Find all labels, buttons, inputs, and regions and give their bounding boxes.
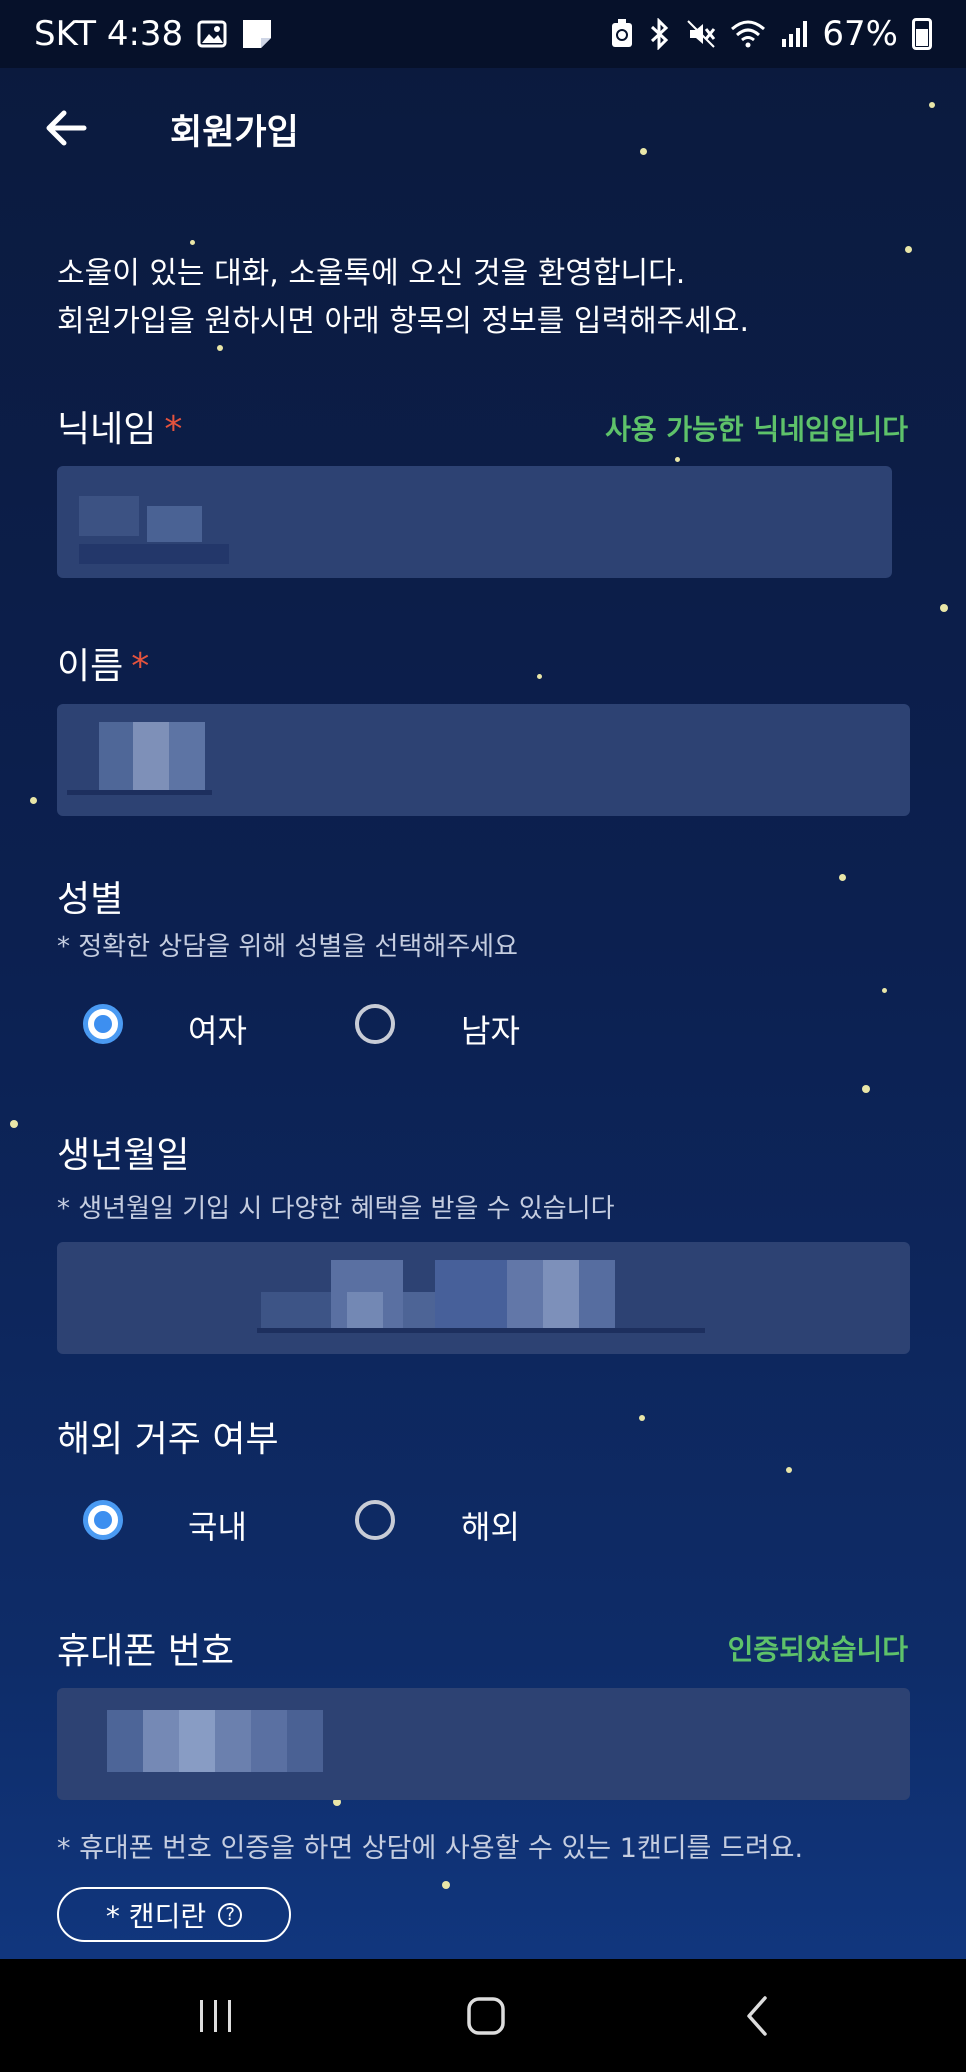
question-circle-icon: ?: [218, 1902, 243, 1927]
candy-info-button[interactable]: * 캔디란 ?: [57, 1887, 291, 1942]
recents-icon: [200, 1999, 231, 2032]
phone-hint: * 휴대폰 번호 인증을 하면 상담에 사용할 수 있는 1캔디를 드려요.: [57, 1833, 804, 1864]
bluetooth-icon: [648, 18, 672, 50]
carrier-time: SKT 4:38: [34, 14, 184, 54]
nickname-input[interactable]: [57, 466, 892, 578]
system-nav-bar: [0, 1959, 966, 2072]
residence-label: 해외 거주 여부: [57, 1419, 279, 1460]
radio-female[interactable]: [83, 1004, 123, 1044]
nickname-label: 닉네임 *: [57, 400, 182, 452]
home-button[interactable]: [426, 1959, 546, 2072]
system-back-button[interactable]: [698, 1959, 818, 2072]
intro-text: 소울이 있는 대화, 소울톡에 오신 것을 환영합니다. 회원가입을 원하시면 …: [57, 250, 749, 346]
home-icon: [467, 1996, 505, 2035]
radio-female-label[interactable]: 여자: [188, 1006, 247, 1052]
phone-status: 인증되었습니다: [727, 1633, 908, 1666]
page-title: 회원가입: [170, 113, 299, 153]
required-mark: *: [131, 646, 150, 687]
signal-icon: [780, 19, 808, 49]
radio-overseas[interactable]: [355, 1500, 395, 1540]
back-icon: [747, 1995, 767, 2036]
note-icon: [241, 18, 273, 50]
status-bar: SKT 4:38 67%: [0, 0, 966, 68]
required-mark: *: [164, 409, 183, 450]
intro-line-2: 회원가입을 원하시면 아래 항목의 정보를 입력해주세요.: [57, 304, 750, 339]
birthdate-hint: * 생년월일 기입 시 다양한 혜택을 받을 수 있습니다: [57, 1194, 615, 1224]
birthdate-label: 생년월일: [57, 1135, 190, 1176]
arrow-left-icon: [46, 110, 87, 146]
candy-info-label: * 캔디란: [105, 1899, 207, 1933]
back-button[interactable]: [40, 102, 92, 154]
name-label-text: 이름: [57, 646, 124, 687]
radio-overseas-label[interactable]: 해외: [461, 1502, 520, 1548]
recycle-icon: [610, 19, 634, 49]
wifi-icon: [730, 19, 766, 49]
app-bar: 회원가입: [0, 68, 966, 186]
battery-percent: 67%: [822, 14, 898, 54]
phone-input[interactable]: [57, 1688, 910, 1800]
birthdate-input[interactable]: [57, 1242, 910, 1354]
phone-label: 휴대폰 번호: [57, 1631, 235, 1672]
recents-button[interactable]: [156, 1959, 276, 2072]
image-icon: [197, 19, 227, 49]
battery-icon: [912, 18, 932, 50]
nickname-status: 사용 가능한 닉네임입니다: [605, 413, 908, 446]
radio-male[interactable]: [355, 1004, 395, 1044]
name-input[interactable]: [57, 704, 910, 816]
name-label: 이름 *: [57, 637, 149, 689]
intro-line-1: 소울이 있는 대화, 소울톡에 오신 것을 환영합니다.: [57, 256, 686, 291]
radio-domestic[interactable]: [83, 1500, 123, 1540]
nickname-label-text: 닉네임: [57, 409, 157, 450]
mute-icon: [686, 19, 716, 49]
gender-label: 성별: [57, 879, 124, 920]
radio-domestic-label[interactable]: 국내: [188, 1502, 247, 1548]
radio-male-label[interactable]: 남자: [461, 1006, 520, 1052]
gender-hint: * 정확한 상담을 위해 성별을 선택해주세요: [57, 932, 518, 962]
